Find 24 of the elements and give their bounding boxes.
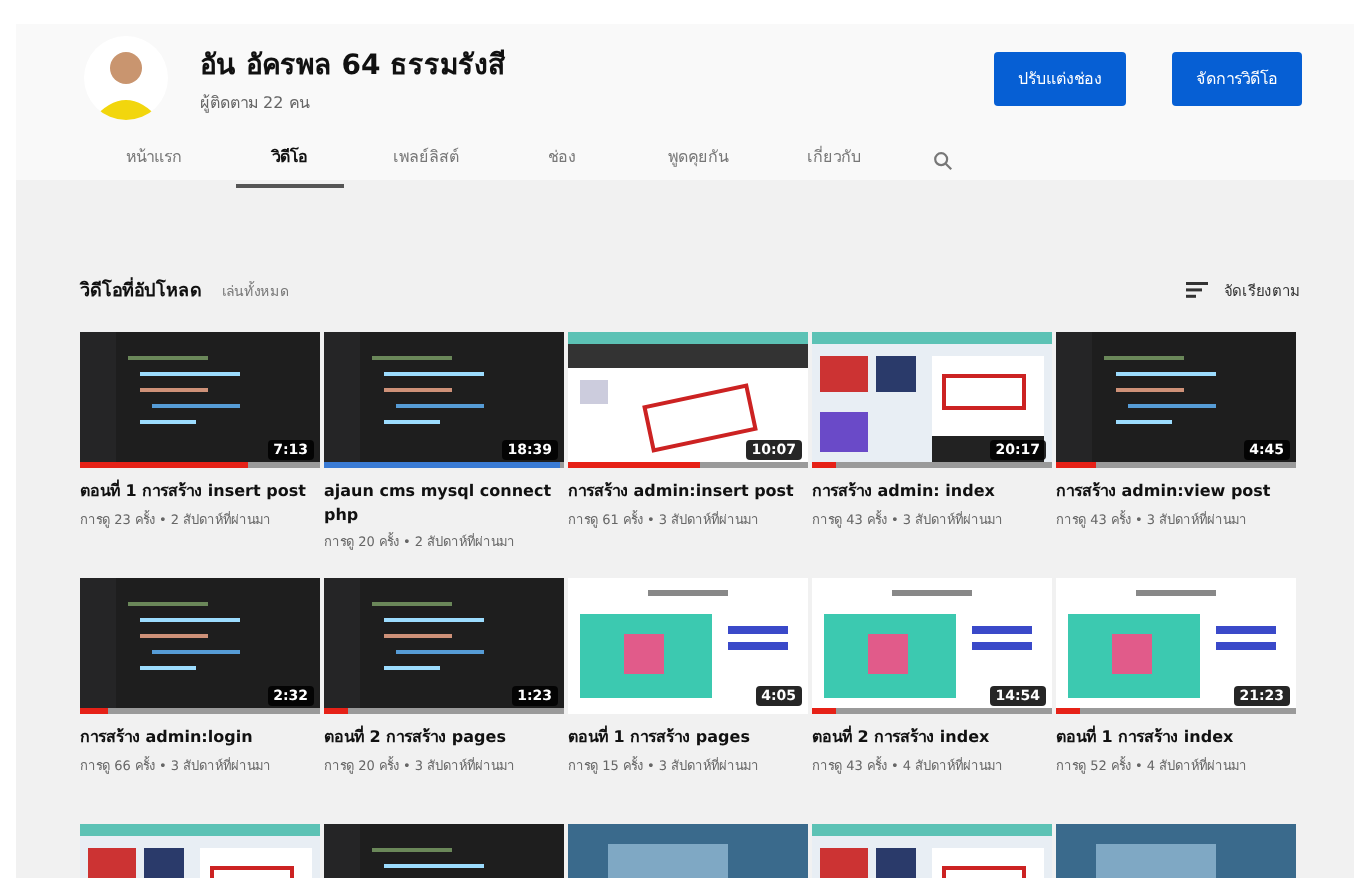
channel-tab[interactable]: พูดคุยกัน bbox=[644, 132, 752, 188]
channel-tab[interactable]: หน้าแรก bbox=[100, 132, 208, 188]
channel-tab[interactable]: เกี่ยวกับ bbox=[780, 132, 888, 188]
channel-tab[interactable]: ช่อง bbox=[508, 132, 616, 188]
video-title[interactable]: การสร้าง admin: index bbox=[812, 480, 1052, 504]
video-title[interactable]: ตอนที่ 1 การสร้าง pages bbox=[568, 726, 808, 750]
channel-tab[interactable]: วิดีโอ bbox=[236, 132, 344, 188]
channel-action-button[interactable]: จัดการวิดีโอ bbox=[1172, 51, 1302, 105]
video-title[interactable]: ตอนที่ 1 การสร้าง insert post bbox=[80, 480, 320, 504]
video-title[interactable]: การสร้าง admin:login bbox=[80, 726, 320, 750]
channel-name: อัน อัครพล 64 ธรรมรังสี bbox=[200, 47, 509, 85]
video-title[interactable]: ตอนที่ 2 การสร้าง pages bbox=[324, 726, 564, 750]
video-title[interactable]: ตอนที่ 2 การสร้าง index bbox=[812, 726, 1052, 750]
sort-icon bbox=[1186, 282, 1208, 298]
video-title[interactable]: ตอนที่ 1 การสร้าง index bbox=[1056, 726, 1296, 750]
video-title[interactable]: การสร้าง admin:view post bbox=[1056, 480, 1296, 504]
avatar bbox=[84, 36, 168, 120]
video-title[interactable]: ajaun cms mysql connect php bbox=[324, 480, 564, 527]
section-title: วิดีโอที่อัปโหลด bbox=[80, 276, 202, 304]
channel-action-button[interactable]: ปรับแต่งช่อง bbox=[994, 51, 1126, 105]
search-icon[interactable] bbox=[932, 149, 954, 171]
subscriber-count: ผู้ติดตาม 22 คน bbox=[200, 91, 312, 115]
channel-tab[interactable]: เพลย์ลิสต์ bbox=[372, 132, 480, 188]
video-title[interactable]: การสร้าง admin:insert post bbox=[568, 480, 808, 504]
